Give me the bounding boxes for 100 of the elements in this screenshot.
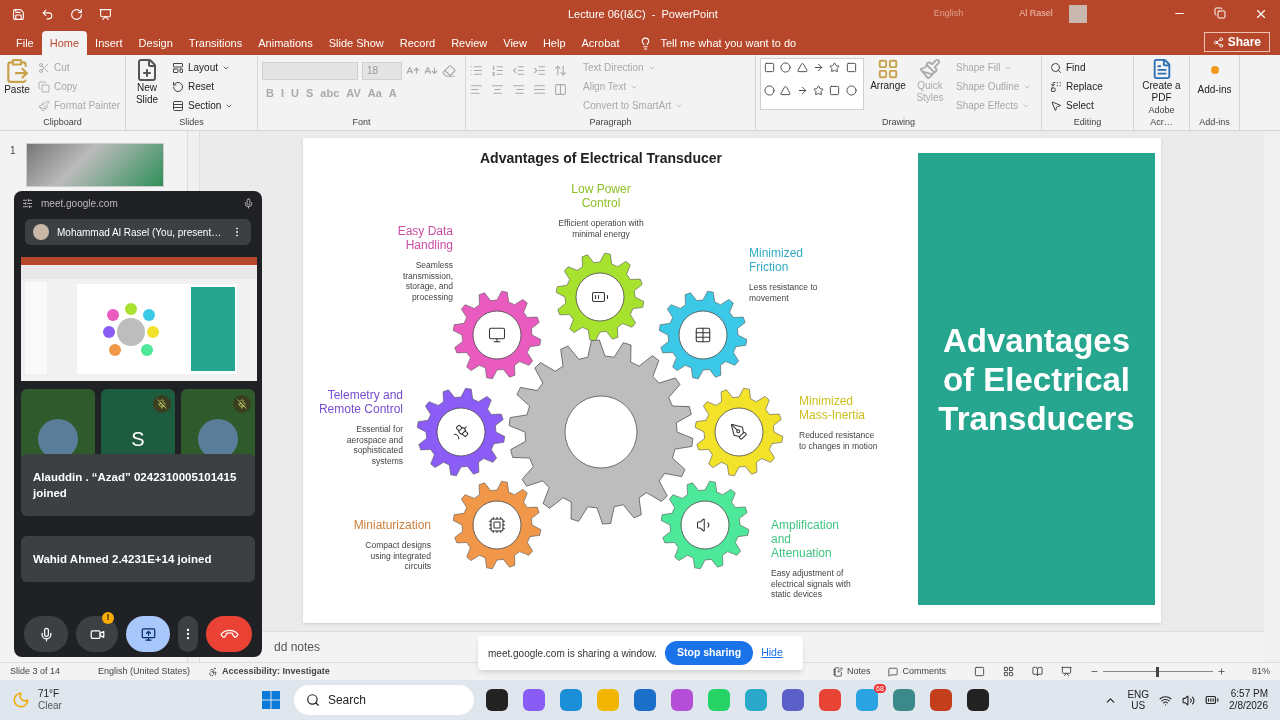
- join-notification: Alauddin . “Azad” 0242310005101415 joined: [21, 454, 255, 516]
- tune-icon: [22, 197, 33, 209]
- app-icon[interactable]: [966, 689, 989, 711]
- redo-icon[interactable]: [70, 7, 83, 21]
- shape-icon[interactable]: [829, 62, 841, 73]
- sorter-view-icon[interactable]: [1003, 666, 1014, 677]
- stop-sharing-button[interactable]: Stop sharing: [665, 641, 754, 665]
- pointer-icon: [1050, 99, 1062, 112]
- arrange-button[interactable]: Arrange: [868, 58, 908, 92]
- taskbar-search[interactable]: Search: [293, 685, 474, 715]
- create-pdf-button[interactable]: Create a PDF: [1138, 58, 1185, 104]
- menu-tab[interactable]: Home: [41, 31, 88, 55]
- menu-tab[interactable]: Review: [443, 31, 496, 55]
- zoom-level[interactable]: 81%: [1252, 664, 1270, 679]
- join-notification: Wahid Ahmed 2.4231E+14 joined: [21, 536, 255, 582]
- shape-icon[interactable]: [796, 85, 808, 96]
- zoom-thumb[interactable]: [1155, 666, 1159, 677]
- menu-tab[interactable]: Slide Show: [320, 31, 392, 55]
- feature-title: Minimized Friction: [749, 246, 804, 274]
- group-label: Clipboard: [42, 116, 83, 129]
- wifi-icon[interactable]: [1159, 693, 1173, 707]
- ribbon-button[interactable]: Select: [1046, 96, 1107, 115]
- shape-icon[interactable]: [829, 85, 841, 96]
- tell-me-field[interactable]: Tell me what you want to do: [660, 34, 797, 52]
- paste-button[interactable]: Paste: [4, 58, 30, 96]
- comments-button[interactable]: Comments: [888, 664, 946, 679]
- menu-tab[interactable]: Insert: [87, 31, 131, 55]
- start-icon[interactable]: [261, 691, 280, 709]
- group-label: Drawing: [881, 116, 916, 129]
- shape-icon[interactable]: [764, 85, 775, 96]
- input-region: US: [1131, 700, 1146, 711]
- accessibility-status[interactable]: Accessibility: Investigate: [222, 664, 330, 679]
- speaker-icon: [697, 519, 709, 531]
- ribbon-button[interactable]: Find: [1046, 58, 1107, 77]
- comment-icon: [888, 666, 899, 677]
- shape-icon[interactable]: [813, 85, 824, 96]
- ribbon-button[interactable]: Layout: [168, 58, 238, 77]
- undo-icon[interactable]: [41, 7, 54, 21]
- ribbon-button[interactable]: Section: [168, 96, 238, 115]
- search-icon: [1050, 61, 1062, 74]
- share-button[interactable]: Share: [1203, 32, 1270, 52]
- temperature: 71°F: [38, 688, 61, 700]
- shape-icon[interactable]: [764, 62, 775, 73]
- notes-placeholder[interactable]: dd notes: [274, 638, 321, 656]
- menu-tab[interactable]: Design: [130, 31, 181, 55]
- menu-tab[interactable]: View: [495, 31, 535, 55]
- arrange-icon: [877, 58, 899, 80]
- avatar: [33, 224, 49, 240]
- input-language: ENG: [1127, 689, 1150, 700]
- shape-icon[interactable]: [845, 62, 857, 73]
- feature-title: Easy Data Handling: [396, 224, 453, 252]
- hide-link[interactable]: Hide: [761, 645, 783, 661]
- brush-icon: [919, 58, 941, 80]
- warning-badge: !: [102, 612, 114, 624]
- replace-icon: [1050, 80, 1062, 93]
- pen-icon: [731, 424, 747, 440]
- shape-icon[interactable]: [780, 62, 792, 73]
- reset-icon: [172, 80, 184, 93]
- weather-condition: Clear: [38, 700, 62, 712]
- menu-tab[interactable]: Acrobat: [573, 31, 628, 55]
- add-ins-button[interactable]: Add-ins: [1194, 58, 1235, 96]
- shapes-gallery[interactable]: [760, 58, 864, 110]
- slide-thumbnail[interactable]: [25, 143, 164, 187]
- clock-date: 2/8/2026: [1229, 700, 1268, 712]
- menu-tab[interactable]: Animations: [250, 31, 321, 55]
- battery-icon[interactable]: [1205, 693, 1220, 707]
- shape-icon[interactable]: [845, 85, 857, 96]
- close-icon[interactable]: [1254, 7, 1268, 21]
- share-icon: [1212, 36, 1224, 48]
- font-field[interactable]: [262, 62, 358, 80]
- notes-button[interactable]: Notes: [832, 664, 871, 679]
- satellite-icon: [454, 425, 468, 439]
- menu-tab[interactable]: Transitions: [180, 31, 251, 55]
- shape-icon[interactable]: [796, 62, 808, 73]
- end-call-button[interactable]: [206, 616, 252, 652]
- ribbon-button[interactable]: Replace: [1046, 77, 1107, 96]
- reading-view-icon[interactable]: [1032, 666, 1043, 677]
- shape-icon[interactable]: [813, 62, 824, 73]
- menu-tab[interactable]: Help: [534, 31, 574, 55]
- new-slide-button[interactable]: New Slide: [130, 58, 164, 106]
- present-button[interactable]: [126, 616, 170, 652]
- restore-icon[interactable]: [1214, 7, 1226, 19]
- feature-description: Easy adjustment of electrical signals with static devices: [771, 568, 852, 600]
- brush-icon: [38, 99, 50, 112]
- zoom-in-icon[interactable]: [1217, 667, 1226, 676]
- save-icon[interactable]: [12, 7, 25, 21]
- group-label: Editing: [1072, 116, 1103, 129]
- normal-view-icon[interactable]: [974, 666, 985, 677]
- presentation-icon[interactable]: [99, 7, 112, 21]
- ribbon-button[interactable]: Reset: [168, 77, 238, 96]
- slideshow-icon[interactable]: [1061, 666, 1072, 677]
- chip-icon: [489, 517, 505, 533]
- zoom-slider[interactable]: [1103, 666, 1213, 677]
- menu-tab[interactable]: File: [8, 31, 42, 55]
- app-icon[interactable]: [485, 689, 508, 711]
- mic-button[interactable]: [24, 616, 68, 652]
- group-label: Font: [351, 116, 372, 129]
- menu-tab[interactable]: Record: [391, 31, 444, 55]
- shape-icon[interactable]: [780, 85, 792, 96]
- volume-icon[interactable]: [1182, 693, 1196, 707]
